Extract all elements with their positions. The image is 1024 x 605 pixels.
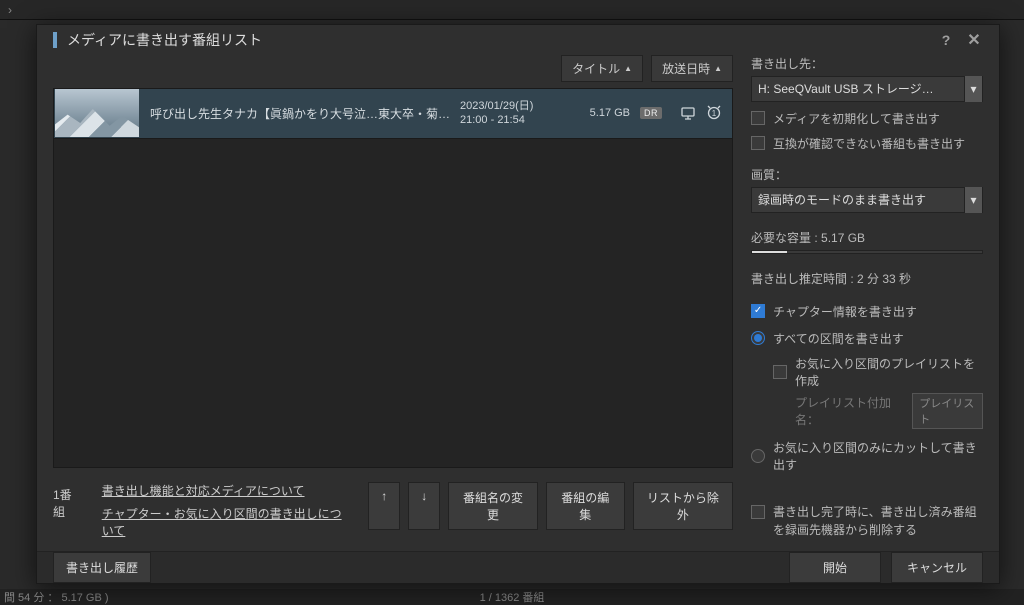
move-down-button[interactable]: ↓ [408, 482, 440, 530]
fav-playlist-checkbox[interactable]: お気に入り区間のプレイリストを作成 [773, 355, 983, 389]
program-list-item[interactable]: 呼び出し先生タナカ【眞鍋かをり大号泣…東大卒・菊… 2023/01/29(日) … [54, 89, 732, 139]
checkbox-icon [773, 365, 787, 379]
sort-asc-icon: ▲ [714, 64, 722, 73]
init-media-checkbox[interactable]: メディアを初期化して書き出す [751, 110, 983, 127]
left-panel: タイトル ▲ 放送日時 ▲ 呼び出し先生タナカ【眞鍋かをり大号泣…東大卒・菊… … [53, 55, 733, 539]
app-toolbar: › [0, 0, 1024, 20]
device-icon [680, 105, 696, 121]
link-about-chapter[interactable]: チャプター・お気に入り区間の書き出しについて [102, 505, 348, 539]
playlist-suffix-label: プレイリスト付加名： [795, 394, 898, 428]
fav-only-label: お気に入り区間のみにカットして書き出す [773, 439, 983, 473]
dialog-title: メディアに書き出す番組リスト [67, 30, 927, 50]
help-icon[interactable]: ? [937, 31, 955, 49]
sort-airdate-label: 放送日時 [662, 60, 710, 77]
fav-only-radio[interactable]: お気に入り区間のみにカットして書き出す [751, 439, 983, 473]
checkbox-icon [751, 304, 765, 318]
edit-button[interactable]: 番組の編集 [546, 482, 625, 530]
rename-button[interactable]: 番組名の変更 [448, 482, 538, 530]
write-unconfirmed-checkbox[interactable]: 互換が確認できない番組も書き出す [751, 135, 983, 152]
chapter-label: チャプター情報を書き出す [773, 303, 917, 320]
quality-value: 録画時のモードのまま書き出す [758, 191, 926, 208]
quality-badge: DR [640, 107, 662, 119]
program-title: 呼び出し先生タナカ【眞鍋かをり大号泣…東大卒・菊… [140, 105, 460, 122]
sort-title-label: タイトル [572, 60, 620, 77]
fav-playlist-label: お気に入り区間のプレイリストを作成 [795, 355, 983, 389]
dialog-footer: 書き出し履歴 開始 キャンセル [37, 551, 999, 584]
app-statusbar: 間 54 分 ： 5.17 GB ) 1 / 1362 番組 [0, 589, 1024, 605]
close-icon[interactable]: ✕ [965, 31, 983, 49]
thumbnail [55, 89, 139, 137]
radio-icon [751, 449, 765, 463]
capacity-gauge [751, 250, 983, 254]
chapter-checkbox[interactable]: チャプター情報を書き出す [751, 303, 983, 320]
program-count: 1番組 [53, 482, 82, 520]
playlist-suffix-row: プレイリスト付加名： プレイリスト [795, 393, 983, 429]
sort-asc-icon: ▲ [624, 64, 632, 73]
sort-by-airdate-button[interactable]: 放送日時 ▲ [651, 55, 733, 82]
chevron-right-icon[interactable]: › [0, 3, 20, 17]
export-dialog: メディアに書き出す番組リスト ? ✕ タイトル ▲ 放送日時 ▲ 呼び出し先生タ… [36, 24, 1000, 584]
radio-icon [751, 331, 765, 345]
cancel-button[interactable]: キャンセル [891, 552, 983, 583]
quality-select[interactable]: 録画時のモードのまま書き出す ▾ [751, 187, 983, 213]
all-segments-label: すべての区間を書き出す [773, 330, 904, 347]
right-panel: 書き出し先： H: SeeQVault USB ストレージ… ▾ メディアを初期… [751, 55, 983, 539]
program-date: 2023/01/29(日) [460, 99, 570, 113]
checkbox-icon [751, 505, 765, 519]
dropdown-icon: ▾ [964, 187, 982, 213]
start-button[interactable]: 開始 [789, 552, 881, 583]
history-button[interactable]: 書き出し履歴 [53, 552, 151, 583]
capacity-gauge-fill [752, 251, 786, 253]
title-accent-bar [53, 32, 57, 48]
checkbox-icon [751, 136, 765, 150]
svg-text:1: 1 [712, 109, 717, 118]
delete-after-label: 書き出し完了時に、書き出し済み番組を録画先機器から削除する [773, 503, 983, 539]
dialog-header: メディアに書き出す番組リスト ? ✕ [37, 25, 999, 55]
eta-label: 書き出し推定時間 : [751, 272, 854, 286]
remove-button[interactable]: リストから除外 [633, 482, 733, 530]
program-size: 5.17 GB [570, 107, 630, 119]
init-media-label: メディアを初期化して書き出す [773, 110, 940, 127]
needed-label: 必要な容量 : [751, 231, 818, 245]
needed-row: 必要な容量 : 5.17 GB [751, 229, 983, 246]
write-unconfirmed-label: 互換が確認できない番組も書き出す [773, 135, 965, 152]
status-center: 1 / 1362 番組 [480, 589, 545, 605]
dest-label: 書き出し先： [751, 55, 983, 72]
all-segments-radio[interactable]: すべての区間を書き出す [751, 330, 983, 347]
program-time: 21:00 - 21:54 [460, 113, 570, 127]
sort-by-title-button[interactable]: タイトル ▲ [561, 55, 643, 82]
program-datetime: 2023/01/29(日) 21:00 - 21:54 [460, 99, 570, 128]
eta-value: 2 分 33 秒 [857, 272, 911, 286]
playlist-suffix-button[interactable]: プレイリスト [912, 393, 983, 429]
needed-value: 5.17 GB [821, 231, 865, 245]
dest-value: H: SeeQVault USB ストレージ… [758, 80, 934, 97]
eta-row: 書き出し推定時間 : 2 分 33 秒 [751, 270, 983, 287]
quality-label: 画質： [751, 166, 983, 183]
copy-count-icon: 1 [706, 105, 722, 121]
checkbox-icon [751, 111, 765, 125]
status-left: 間 54 分 ： 5.17 GB ) [0, 589, 109, 605]
dropdown-icon: ▾ [964, 76, 982, 102]
move-up-button[interactable]: ↑ [368, 482, 400, 530]
dest-select[interactable]: H: SeeQVault USB ストレージ… ▾ [751, 76, 983, 102]
program-list[interactable]: 呼び出し先生タナカ【眞鍋かをり大号泣…東大卒・菊… 2023/01/29(日) … [53, 88, 733, 468]
delete-after-checkbox[interactable]: 書き出し完了時に、書き出し済み番組を録画先機器から削除する [751, 503, 983, 539]
link-about-export[interactable]: 書き出し機能と対応メディアについて [102, 482, 348, 499]
